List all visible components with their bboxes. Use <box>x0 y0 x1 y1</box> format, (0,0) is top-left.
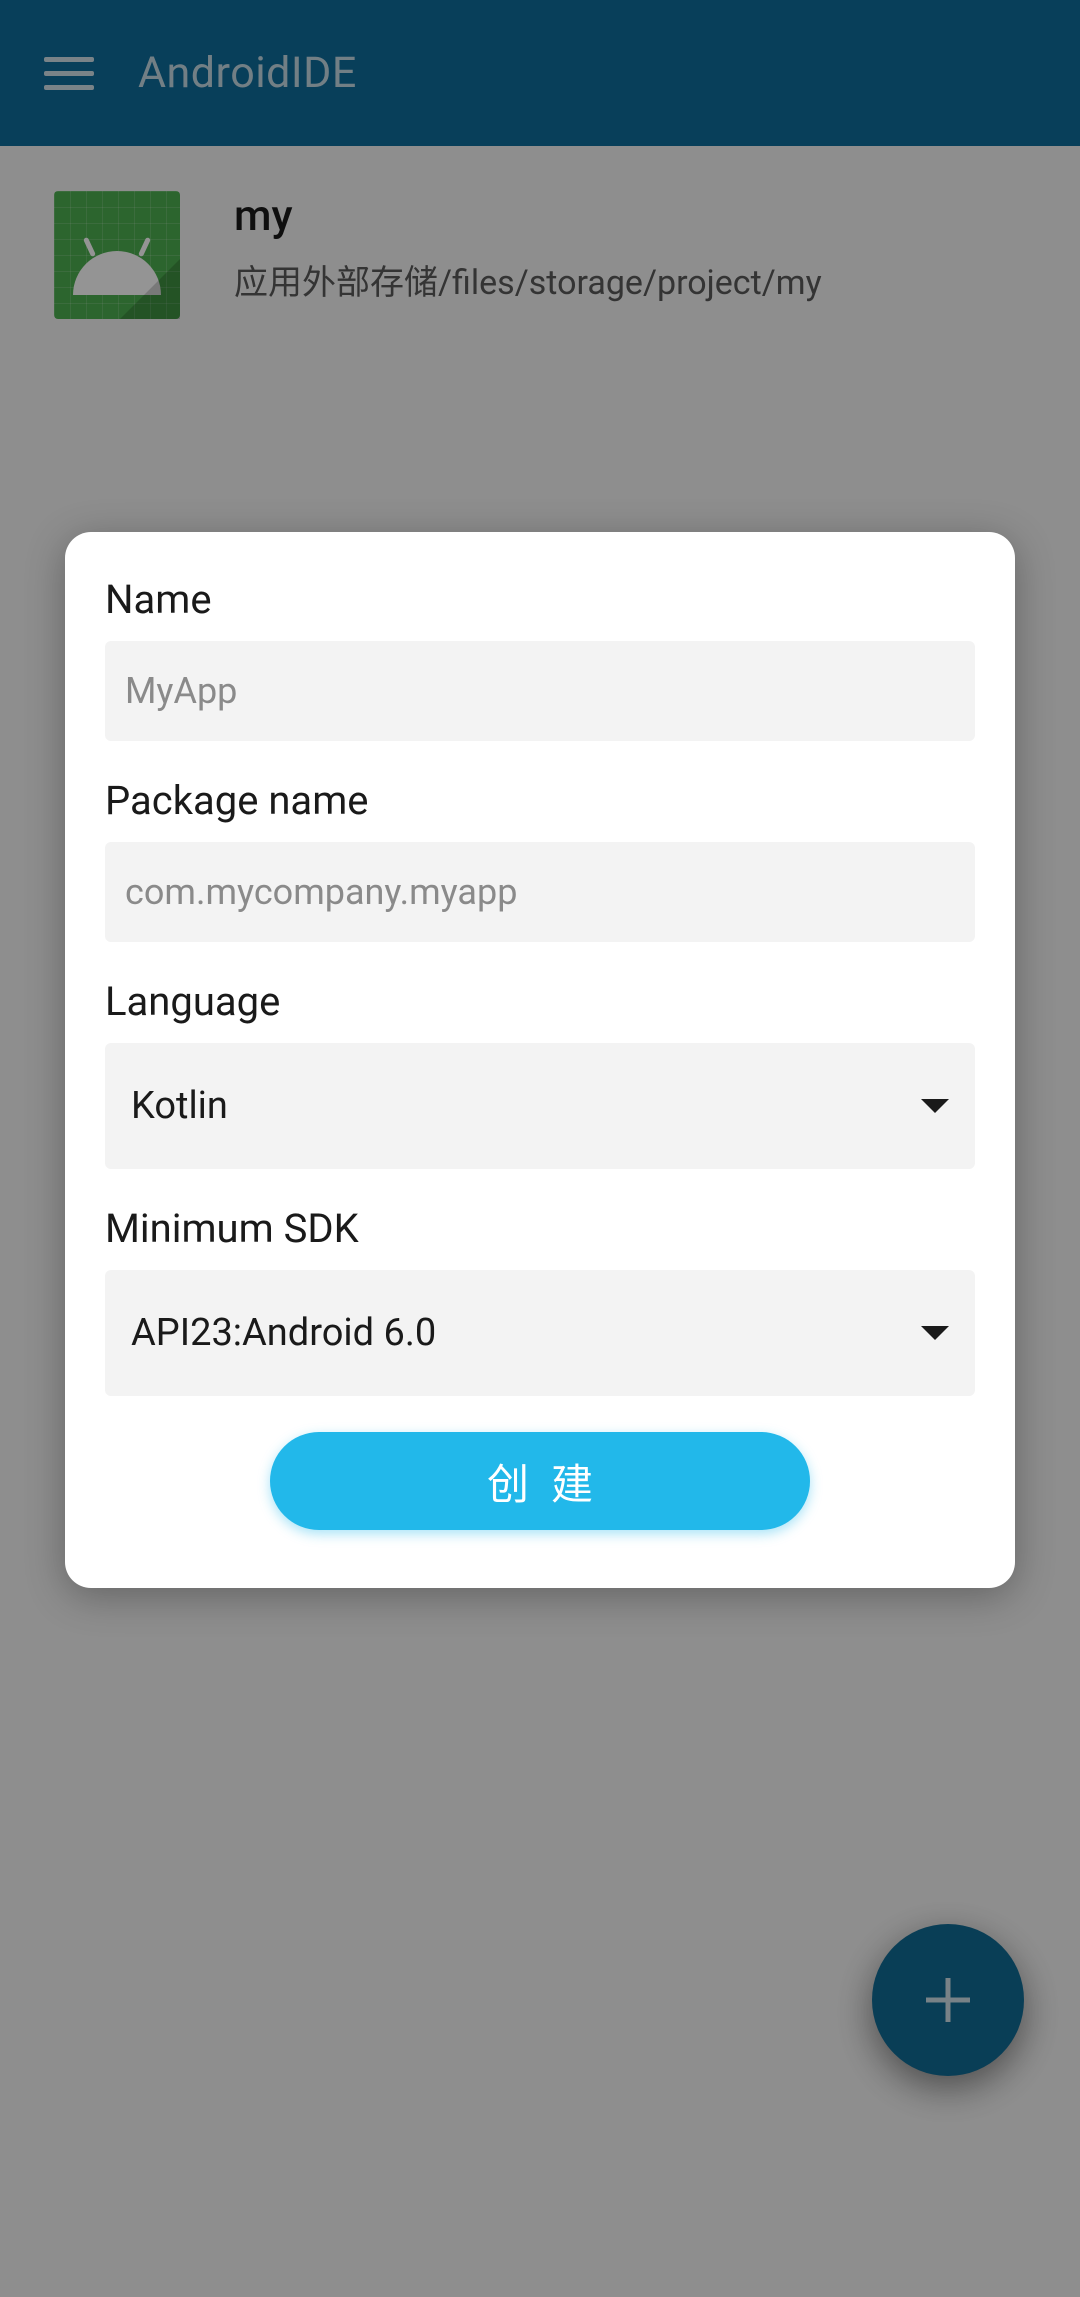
language-value: Kotlin <box>131 1084 228 1128</box>
create-button[interactable]: 创建 <box>270 1432 810 1530</box>
minimum-sdk-value: API23:Android 6.0 <box>131 1311 436 1355</box>
chevron-down-icon <box>921 1326 949 1340</box>
chevron-down-icon <box>921 1099 949 1113</box>
language-select[interactable]: Kotlin <box>105 1043 975 1169</box>
name-label: Name <box>105 576 975 623</box>
package-name-input[interactable] <box>105 842 975 942</box>
language-label: Language <box>105 978 975 1025</box>
new-project-dialog: Name Package name Language Kotlin Minimu… <box>65 532 1015 1588</box>
minimum-sdk-label: Minimum SDK <box>105 1205 975 1252</box>
minimum-sdk-select[interactable]: API23:Android 6.0 <box>105 1270 975 1396</box>
name-input[interactable] <box>105 641 975 741</box>
package-name-label: Package name <box>105 777 975 824</box>
